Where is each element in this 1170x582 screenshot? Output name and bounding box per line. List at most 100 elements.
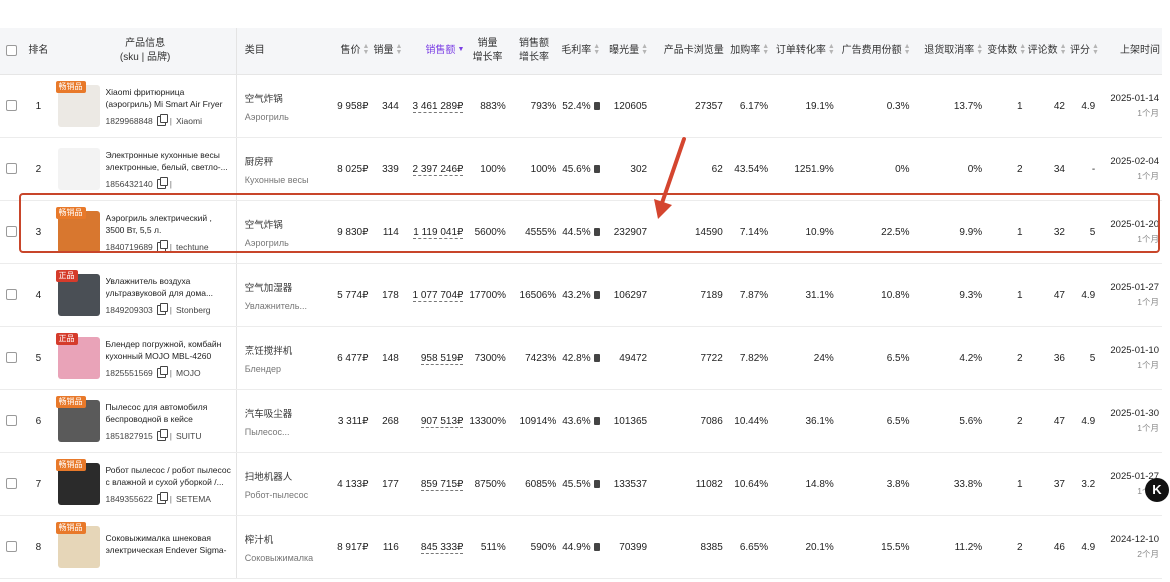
product-cell[interactable]: 畅销品 Xiaomi фритюрница (аэрогриль) Mi Sma… (54, 74, 237, 138)
product-brand[interactable]: Stonberg (176, 305, 211, 315)
row-select[interactable] (0, 389, 23, 453)
row-select[interactable] (0, 200, 23, 264)
row-select[interactable] (0, 515, 23, 579)
calculator-icon[interactable] (593, 353, 600, 362)
copy-icon[interactable] (156, 492, 168, 504)
product-thumbnail[interactable] (57, 148, 100, 190)
product-thumbnail[interactable]: 畅销品 (55, 207, 100, 253)
product-name[interactable]: Соковыжималка шнековая электрическая End… (106, 532, 233, 556)
col-cart-rate[interactable]: 加购率 ▲ ▼ (725, 28, 772, 75)
revenue-value[interactable]: 907 513₽ (420, 415, 464, 428)
k-floating-icon[interactable]: K (1145, 478, 1169, 502)
product-thumbnail[interactable]: 畅销品 (55, 522, 100, 568)
col-order-conv[interactable]: 订单转化率 ▲ ▼ (771, 28, 837, 75)
calculator-icon[interactable] (593, 479, 600, 488)
product-cell[interactable]: Электронные кухонные весы электронные, б… (54, 137, 237, 201)
col-return-rate[interactable]: 退货取消率 ▲ ▼ (912, 28, 986, 75)
row-checkbox[interactable] (5, 100, 17, 112)
col-margin[interactable]: 毛利率 ▲ ▼ (559, 28, 602, 75)
sort-icon[interactable]: ▲ ▼ (1019, 43, 1025, 56)
row-checkbox[interactable] (5, 478, 17, 490)
row-checkbox[interactable] (5, 226, 17, 238)
row-select[interactable] (0, 137, 23, 201)
product-brand[interactable]: techtune (176, 242, 209, 252)
product-thumbnail[interactable]: 正品 (55, 270, 100, 316)
revenue-value[interactable]: 2 397 246₽ (412, 163, 464, 176)
table-row[interactable]: 8 畅销品 Соковыжималка шнековая электрическ… (0, 515, 1162, 579)
sort-icon[interactable]: ▲ ▼ (641, 43, 648, 56)
product-name[interactable]: Блендер погружной, комбайн кухонный MOJO… (106, 338, 233, 362)
product-thumbnail[interactable]: 畅销品 (55, 81, 100, 127)
product-brand[interactable]: Xiaomi (176, 116, 202, 126)
col-ad-share[interactable]: 广告费用份额 ▲ ▼ (836, 28, 913, 75)
col-views[interactable]: 曝光量 ▲ ▼ (601, 28, 651, 75)
sort-icon[interactable]: ▲ ▼ (363, 43, 370, 56)
product-thumbnail[interactable]: 畅销品 (55, 459, 100, 505)
product-name[interactable]: Робот пылесос / робот пылесос с влажной … (106, 464, 233, 488)
col-rating[interactable]: 评分 ▲ ▼ (1067, 28, 1099, 75)
calculator-icon[interactable] (593, 164, 600, 173)
row-checkbox[interactable] (5, 415, 17, 427)
col-rev-growth[interactable]: 销售额 增长率 (508, 28, 560, 75)
calculator-icon[interactable] (593, 416, 600, 425)
col-price[interactable]: 售价 ▲ ▼ (329, 28, 372, 75)
col-variants[interactable]: 变体数 ▲ ▼ (985, 28, 1026, 75)
row-select[interactable] (0, 74, 23, 138)
product-cell[interactable]: 畅销品 Соковыжималка шнековая электрическая… (54, 515, 237, 579)
revenue-value[interactable]: 3 461 289₽ (412, 100, 464, 113)
revenue-value[interactable]: 1 077 704₽ (412, 289, 464, 302)
table-row[interactable]: 2 Электронные кухонные весы электронные,… (0, 137, 1162, 201)
calculator-icon[interactable] (593, 542, 600, 551)
col-card-views[interactable]: 产品卡浏览量 (650, 28, 726, 75)
col-reviews[interactable]: 评论数 ▲ ▼ (1025, 28, 1068, 75)
row-select[interactable] (0, 326, 23, 390)
revenue-value[interactable]: 845 333₽ (420, 541, 464, 554)
product-name[interactable]: Пылесос для автомобиля беспроводной в ке… (106, 401, 233, 425)
col-listed[interactable]: 上架时间 (1098, 28, 1162, 75)
revenue-value[interactable]: 859 715₽ (420, 478, 464, 491)
sort-desc-icon[interactable]: ▼ (457, 46, 464, 53)
sort-icon[interactable]: ▲ ▼ (1060, 43, 1067, 56)
product-thumbnail[interactable]: 正品 (55, 333, 100, 379)
copy-icon[interactable] (156, 114, 168, 126)
col-qty-growth[interactable]: 销量 增长率 (466, 28, 509, 75)
col-qty[interactable]: 销量 ▲ ▼ (371, 28, 402, 75)
calculator-icon[interactable] (593, 290, 600, 299)
sort-icon[interactable]: ▲ ▼ (593, 43, 600, 56)
sort-icon[interactable]: ▲ ▼ (828, 43, 835, 56)
table-row[interactable]: 1 畅销品 Xiaomi фритюрница (аэрогриль) Mi S… (0, 74, 1162, 138)
product-thumbnail[interactable]: 畅销品 (55, 396, 100, 442)
row-checkbox[interactable] (5, 163, 17, 175)
product-cell[interactable]: 正品 Увлажнитель воздуха ультразвуковой дл… (54, 263, 237, 327)
table-row[interactable]: 5 正品 Блендер погружной, комбайн кухонный… (0, 326, 1162, 390)
row-checkbox[interactable] (5, 289, 17, 301)
table-row[interactable]: 4 正品 Увлажнитель воздуха ультразвуковой … (0, 263, 1162, 327)
sort-icon[interactable]: ▲ ▼ (904, 43, 911, 56)
calculator-icon[interactable] (593, 101, 600, 110)
copy-icon[interactable] (156, 240, 168, 252)
table-row[interactable]: 6 畅销品 Пылесос для автомобиля беспроводно… (0, 389, 1162, 453)
product-name[interactable]: Электронные кухонные весы электронные, б… (106, 149, 233, 173)
product-name[interactable]: Аэрогриль электрический , 3500 Вт, 5,5 л… (106, 212, 233, 236)
table-row[interactable]: 7 畅销品 Робот пылесос / робот пылесос с вл… (0, 452, 1162, 516)
calculator-icon[interactable] (593, 227, 600, 236)
sort-icon[interactable]: ▲ ▼ (395, 43, 401, 56)
select-all-header[interactable] (0, 28, 23, 75)
revenue-value[interactable]: 958 519₽ (420, 352, 464, 365)
product-brand[interactable]: SETEMA (176, 494, 211, 504)
col-revenue[interactable]: 销售额 ▼ (401, 28, 467, 75)
product-cell[interactable]: 畅销品 Пылесос для автомобиля беспроводной … (54, 389, 237, 453)
copy-icon[interactable] (156, 366, 168, 378)
row-checkbox[interactable] (5, 541, 17, 553)
product-brand[interactable]: SUITU (176, 431, 202, 441)
row-select[interactable] (0, 452, 23, 516)
select-all-checkbox[interactable] (5, 44, 17, 56)
table-row[interactable]: 3 畅销品 Аэрогриль электрический , 3500 Вт,… (0, 200, 1162, 264)
product-cell[interactable]: 畅销品 Аэрогриль электрический , 3500 Вт, 5… (54, 200, 237, 264)
copy-icon[interactable] (156, 303, 168, 315)
row-select[interactable] (0, 263, 23, 327)
product-cell[interactable]: 畅销品 Робот пылесос / робот пылесос с влаж… (54, 452, 237, 516)
copy-icon[interactable] (156, 177, 168, 189)
row-checkbox[interactable] (5, 352, 17, 364)
product-name[interactable]: Увлажнитель воздуха ультразвуковой для д… (106, 275, 233, 299)
